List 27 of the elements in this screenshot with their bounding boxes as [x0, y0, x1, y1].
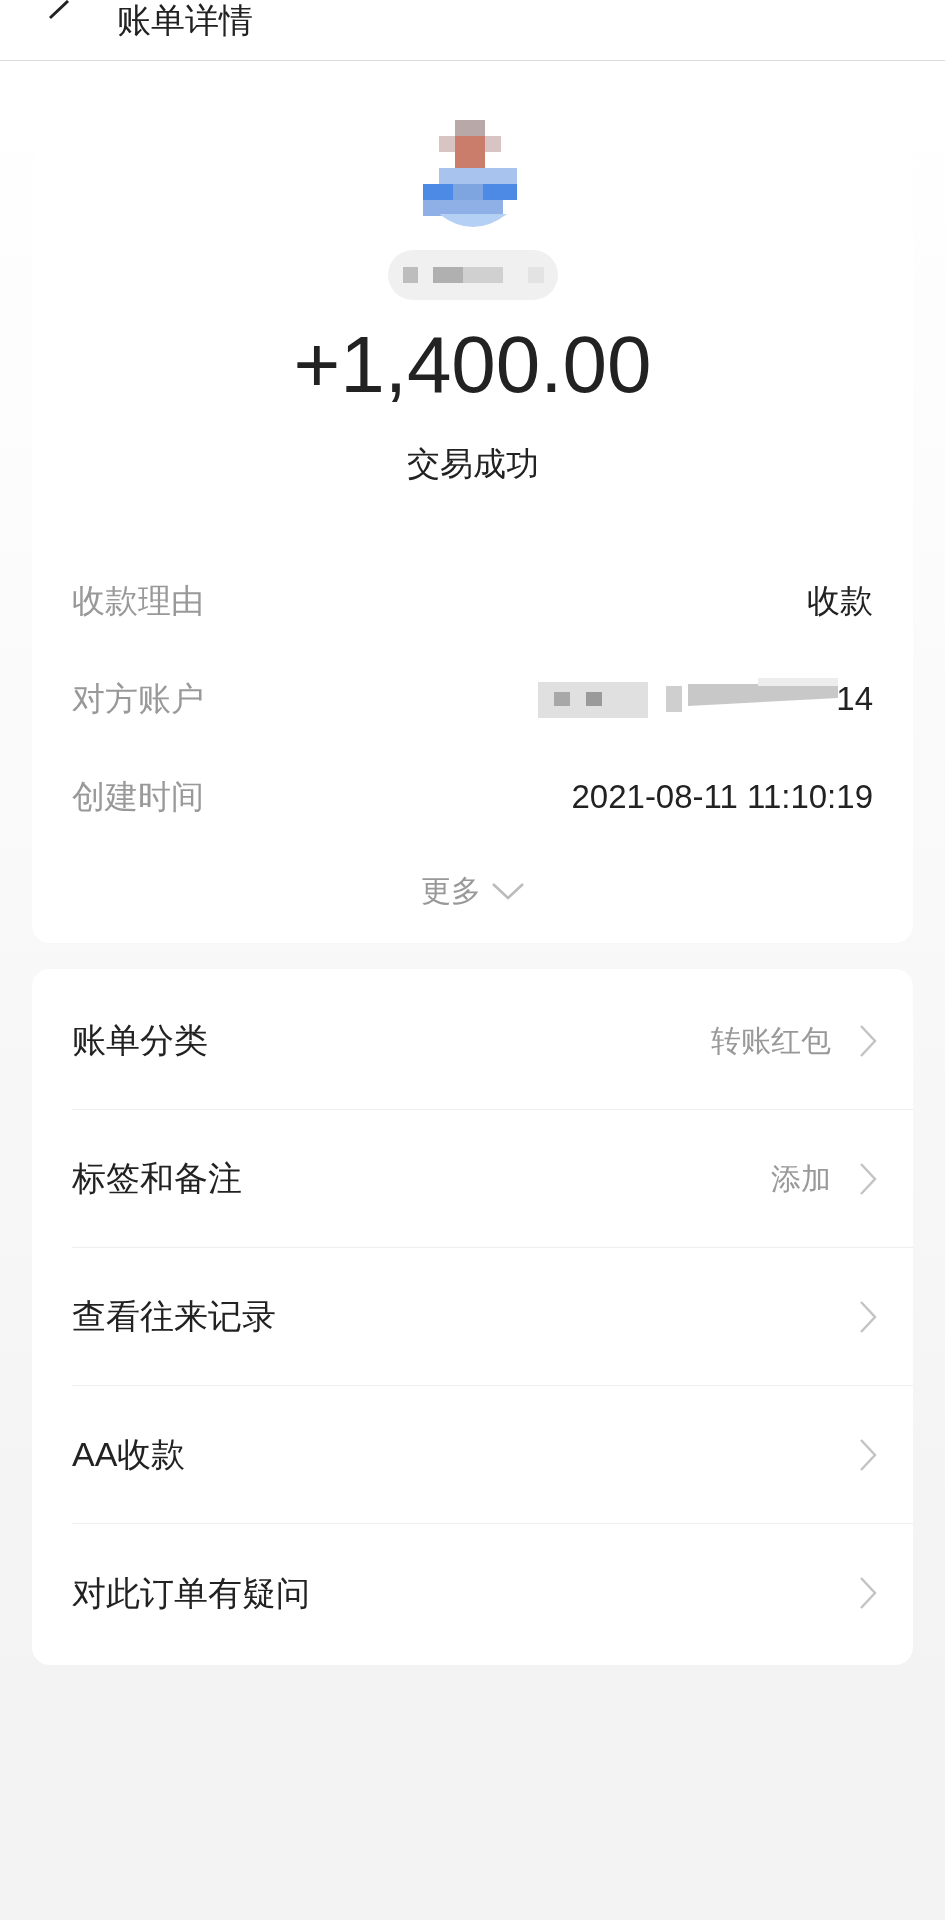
- chevron-right-icon: [859, 1023, 877, 1058]
- detail-value: 2021-08-11 11:10:19: [571, 777, 873, 818]
- item-label: AA收款: [72, 1434, 187, 1475]
- status-text: 交易成功: [406, 444, 539, 484]
- chevron-down-icon: [490, 880, 525, 901]
- detail-value: 收款: [807, 581, 873, 622]
- detail-label: 创建时间: [72, 777, 204, 818]
- list-item[interactable]: AA收款: [72, 1386, 913, 1524]
- list-item[interactable]: 账单分类 转账红包: [72, 972, 913, 1110]
- item-label: 对此订单有疑问: [72, 1572, 311, 1614]
- chevron-right-icon: [859, 1299, 877, 1334]
- list-item[interactable]: 查看往来记录: [72, 1248, 913, 1386]
- item-value: 转账红包: [711, 1023, 831, 1059]
- list-item[interactable]: 标签和备注 添加: [72, 1110, 913, 1248]
- list-item[interactable]: 对此订单有疑问: [72, 1524, 913, 1662]
- amount: +1,400.00: [293, 320, 652, 410]
- chevron-right-icon: [859, 1161, 877, 1196]
- chevron-right-icon: [859, 1437, 877, 1472]
- item-value: 添加: [771, 1161, 831, 1197]
- chevron-right-icon: [859, 1576, 877, 1610]
- detail-label: 收款理由: [72, 581, 204, 622]
- detail-value: 14: [836, 679, 873, 720]
- item-label: 查看往来记录: [72, 1296, 277, 1337]
- item-label: 标签和备注: [72, 1158, 243, 1199]
- page-title: 账单详情: [117, 0, 253, 40]
- item-label: 账单分类: [72, 1020, 209, 1061]
- detail-label: 对方账户: [72, 679, 204, 720]
